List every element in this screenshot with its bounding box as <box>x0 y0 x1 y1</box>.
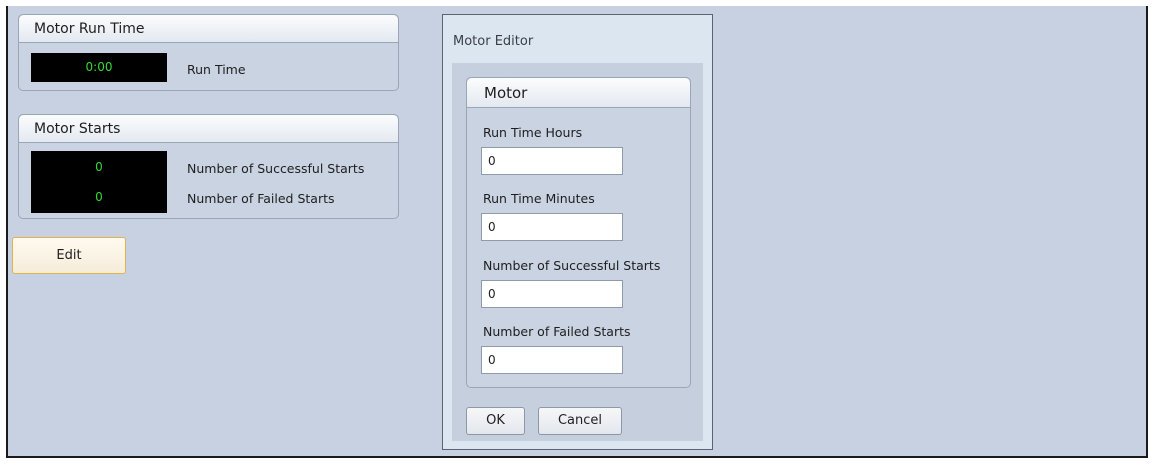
failed-starts-label: Number of Failed Starts <box>187 191 335 206</box>
dialog-title: Motor Editor <box>453 34 534 49</box>
successful-starts-label: Number of Successful Starts <box>187 161 365 176</box>
run-time-value: 0:00 <box>85 60 113 74</box>
failed-starts-input[interactable]: 0 <box>481 346 623 374</box>
edit-button[interactable]: Edit <box>12 237 126 274</box>
run-time-hours-label: Run Time Hours <box>483 125 583 140</box>
run-time-display: 0:00 <box>31 53 167 82</box>
failed-starts-value: 0 <box>95 190 103 204</box>
run-time-label: Run Time <box>187 62 246 77</box>
run-time-hours-input[interactable]: 0 <box>481 147 623 175</box>
run-time-minutes-label: Run Time Minutes <box>483 191 595 206</box>
motor-starts-group: Motor Starts 0 0 Number of Successful St… <box>18 114 399 219</box>
starts-display: 0 0 <box>31 151 167 213</box>
motor-run-time-title: Motor Run Time <box>19 15 398 43</box>
motor-run-time-group: Motor Run Time 0:00 Run Time <box>18 14 399 91</box>
successful-starts-value: 0 <box>95 160 103 174</box>
motor-group-title: Motor <box>467 78 690 108</box>
dialog-content: Motor Run Time Hours 0 Run Time Minutes … <box>452 63 703 441</box>
successful-starts-field-label: Number of Successful Starts <box>483 258 661 273</box>
run-time-minutes-input[interactable]: 0 <box>481 213 623 241</box>
ok-button[interactable]: OK <box>466 407 525 435</box>
motor-group: Motor Run Time Hours 0 Run Time Minutes … <box>466 77 691 388</box>
successful-starts-input[interactable]: 0 <box>481 280 623 308</box>
motor-editor-dialog: Motor Editor Motor Run Time Hours 0 Run … <box>442 14 713 450</box>
motor-starts-title: Motor Starts <box>19 115 398 143</box>
cancel-button[interactable]: Cancel <box>538 407 622 435</box>
failed-starts-field-label: Number of Failed Starts <box>483 324 631 339</box>
